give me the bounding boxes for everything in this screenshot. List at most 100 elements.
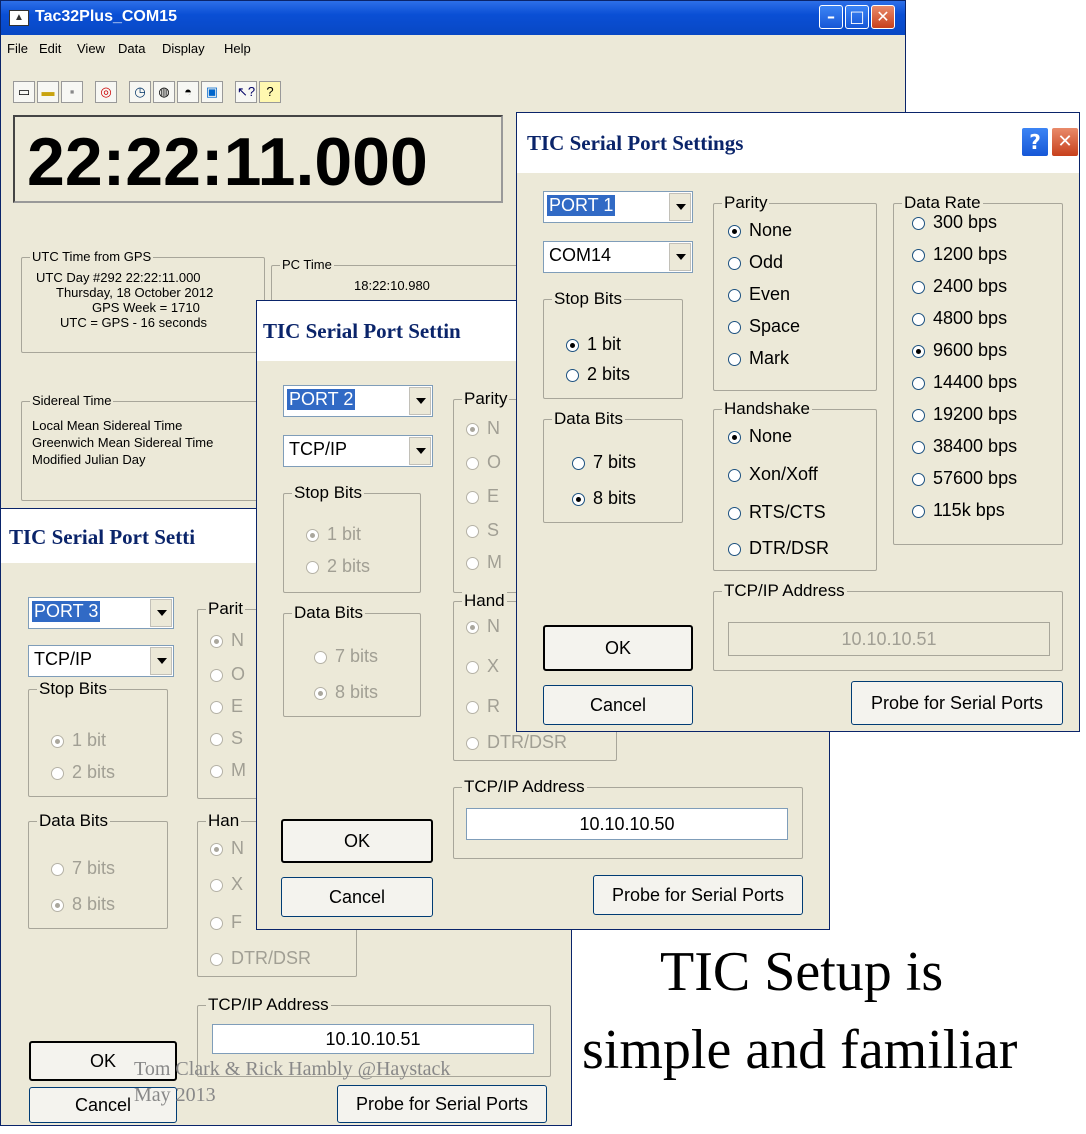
target-icon[interactable]: ◎ [95, 81, 117, 103]
parity1-none[interactable]: None [728, 220, 792, 241]
new-file-icon[interactable]: ▭ [13, 81, 35, 103]
databits2-7[interactable]: 7 bits [314, 646, 378, 667]
handshake2-opt-3[interactable]: DTR/DSR [466, 732, 567, 753]
probe2-button[interactable]: Probe for Serial Ports [593, 875, 803, 915]
parity1-odd[interactable]: Odd [728, 252, 783, 273]
handshake2-opt-2[interactable]: R [466, 696, 500, 717]
rate-9600[interactable]: 9600 bps [912, 340, 1007, 361]
close-button[interactable]: ✕ [871, 5, 895, 29]
help-icon[interactable]: ? [259, 81, 281, 103]
chevron-down-icon[interactable] [409, 387, 431, 415]
tcpip1-input[interactable]: 10.10.10.51 [728, 622, 1050, 656]
parity2-opt-3[interactable]: S [466, 520, 499, 541]
open-folder-icon[interactable]: ▬ [37, 81, 59, 103]
close-icon[interactable]: ✕ [1051, 127, 1079, 157]
probe1-button[interactable]: Probe for Serial Ports [851, 681, 1063, 725]
parity3-opt-4[interactable]: M [210, 760, 246, 781]
tcpip2-input[interactable]: 10.10.10.50 [466, 808, 788, 840]
minimize-button[interactable]: – [819, 5, 843, 29]
rate-300[interactable]: 300 bps [912, 212, 997, 233]
databits3-8-label: 8 bits [72, 894, 116, 914]
com1-select[interactable]: COM14 [543, 241, 693, 273]
ok1-button[interactable]: OK [543, 625, 693, 671]
handshake2-opt-0[interactable]: N [466, 616, 500, 637]
probe3-button[interactable]: Probe for Serial Ports [337, 1085, 547, 1123]
parity3-opt-1[interactable]: O [210, 664, 245, 685]
dish-icon[interactable]: ◓ [177, 81, 199, 103]
rate-4800[interactable]: 4800 bps [912, 308, 1007, 329]
chevron-down-icon[interactable] [669, 243, 691, 271]
handshake3-opt-2[interactable]: F [210, 912, 242, 933]
ok2-button[interactable]: OK [281, 819, 433, 863]
databits3-8[interactable]: 8 bits [51, 894, 115, 915]
handshake3-opt-0[interactable]: N [210, 838, 244, 859]
chevron-down-icon[interactable] [669, 193, 691, 221]
menu-data[interactable]: Data [118, 41, 145, 56]
rate-19200[interactable]: 19200 bps [912, 404, 1017, 425]
monitor-icon[interactable]: ▣ [201, 81, 223, 103]
menu-display[interactable]: Display [162, 41, 205, 56]
handshake1-dtr[interactable]: DTR/DSR [728, 538, 829, 559]
menu-help[interactable]: Help [224, 41, 251, 56]
parity2-opt-0[interactable]: N [466, 418, 500, 439]
port3-select[interactable]: PORT 3 [28, 597, 174, 629]
stopbits3-2[interactable]: 2 bits [51, 762, 115, 783]
databits2-8[interactable]: 8 bits [314, 682, 378, 703]
handshake3-opt-3[interactable]: DTR/DSR [210, 948, 311, 969]
parity2-opt-2[interactable]: E [466, 486, 499, 507]
cancel1-button[interactable]: Cancel [543, 685, 693, 725]
databits1-8[interactable]: 8 bits [572, 488, 636, 509]
parity1-even[interactable]: Even [728, 284, 790, 305]
parity2-opt-4[interactable]: M [466, 552, 502, 573]
clock-icon[interactable]: ◷ [129, 81, 151, 103]
handshake1-none[interactable]: None [728, 426, 792, 447]
parity1-space[interactable]: Space [728, 316, 800, 337]
parity3-opt-3[interactable]: S [210, 728, 243, 749]
globe-icon[interactable]: ◍ [153, 81, 175, 103]
dialog1-titlebar[interactable]: TIC Serial Port Settings ? ✕ [517, 113, 1079, 173]
databits3-7[interactable]: 7 bits [51, 858, 115, 879]
chevron-down-icon[interactable] [150, 647, 172, 675]
parity1-mark[interactable]: Mark [728, 348, 789, 369]
context-help-icon[interactable]: ↖? [235, 81, 257, 103]
conn2-select[interactable]: TCP/IP [283, 435, 433, 467]
parity3-opt-0[interactable]: N [210, 630, 244, 651]
parity2-opt-1-label: O [487, 452, 502, 472]
radio-dot [51, 766, 64, 780]
radio-dot [728, 468, 741, 482]
rate-1200[interactable]: 1200 bps [912, 244, 1007, 265]
chevron-down-icon[interactable] [409, 437, 431, 465]
stopbits2-1[interactable]: 1 bit [306, 524, 361, 545]
main-titlebar[interactable]: ▲ Tac32Plus_COM15 – □ ✕ [1, 1, 905, 35]
handshake1-xon[interactable]: Xon/Xoff [728, 464, 818, 485]
parity2-opt-1[interactable]: O [466, 452, 501, 473]
cancel2-button[interactable]: Cancel [281, 877, 433, 917]
chevron-down-icon[interactable] [150, 599, 172, 627]
maximize-button[interactable]: □ [845, 5, 869, 29]
stopbits2-2[interactable]: 2 bits [306, 556, 370, 577]
parity3-opt-2[interactable]: E [210, 696, 243, 717]
port1-select[interactable]: PORT 1 [543, 191, 693, 223]
menu-edit[interactable]: Edit [39, 41, 61, 56]
handshake1-rts[interactable]: RTS/CTS [728, 502, 826, 523]
rate-57600[interactable]: 57600 bps [912, 468, 1017, 489]
rate-2400[interactable]: 2400 bps [912, 276, 1007, 297]
stopbits1-1[interactable]: 1 bit [566, 334, 621, 355]
handshake3-opt-1[interactable]: X [210, 874, 243, 895]
databits1-7[interactable]: 7 bits [572, 452, 636, 473]
menu-view[interactable]: View [77, 41, 105, 56]
save-icon[interactable]: ▪ [61, 81, 83, 103]
port2-select[interactable]: PORT 2 [283, 385, 433, 417]
rate-115k[interactable]: 115k bps [912, 500, 1005, 521]
tcpip3-input[interactable]: 10.10.10.51 [212, 1024, 534, 1054]
menu-file[interactable]: File [7, 41, 28, 56]
conn3-select[interactable]: TCP/IP [28, 645, 174, 677]
rate-14400[interactable]: 14400 bps [912, 372, 1017, 393]
stopbits3-1[interactable]: 1 bit [51, 730, 106, 751]
rate-38400-label: 38400 bps [933, 436, 1018, 456]
help-icon[interactable]: ? [1021, 127, 1049, 157]
handshake2-opt-1[interactable]: X [466, 656, 499, 677]
rate-38400[interactable]: 38400 bps [912, 436, 1017, 457]
stopbits1-1-label: 1 bit [587, 334, 622, 354]
stopbits1-2[interactable]: 2 bits [566, 364, 630, 385]
